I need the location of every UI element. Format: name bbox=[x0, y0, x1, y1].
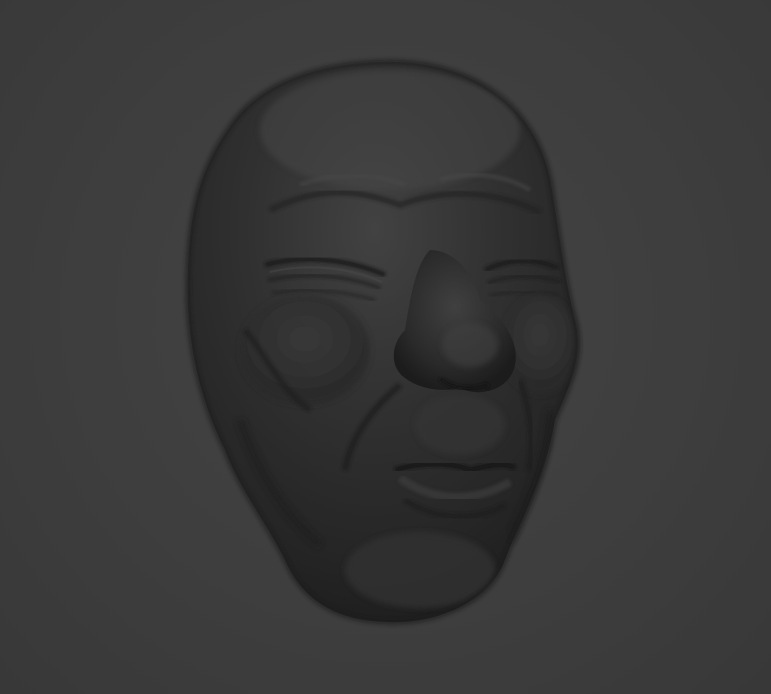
sculpted-head-model bbox=[184, 58, 581, 626]
viewport-3d[interactable] bbox=[0, 0, 771, 694]
